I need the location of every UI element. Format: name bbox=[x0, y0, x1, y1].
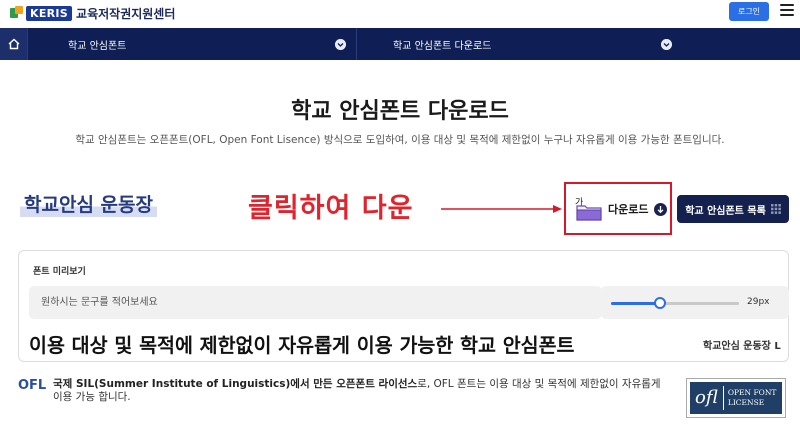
top-header: KERIS 교육저작권지원센터 로그인 bbox=[0, 0, 800, 28]
page-title: 학교 안심폰트 다운로드 bbox=[291, 99, 509, 124]
preview-font-name: 학교안심 운동장 L bbox=[703, 341, 781, 352]
font-list-label: 학교 안심폰트 목록 bbox=[685, 205, 766, 217]
license-badge-line1: OPEN FONT bbox=[727, 388, 777, 397]
font-list-button[interactable]: 학교 안심폰트 목록 bbox=[677, 195, 789, 223]
logo-badge: KERIS bbox=[26, 5, 73, 21]
grid-icon bbox=[770, 204, 781, 214]
annotation-arrow-icon bbox=[441, 205, 562, 213]
download-label: 다운로드 bbox=[608, 203, 649, 216]
font-name-title: 학교안심 운동장 bbox=[20, 190, 157, 217]
chevron-down-icon bbox=[661, 39, 672, 50]
preview-text-input[interactable] bbox=[29, 286, 602, 319]
home-icon bbox=[8, 38, 19, 50]
logo-mark-icon bbox=[10, 6, 24, 20]
main-navbar: 학교 안심폰트 학교 안심폰트 다운로드 bbox=[0, 28, 800, 60]
nav-dropdown-font[interactable]: 학교 안심폰트 bbox=[68, 28, 126, 60]
license-description: 국제 SIL(Summer Institute of Linguistics)에… bbox=[53, 378, 663, 404]
logo-text: 교육저작권지원센터 bbox=[76, 6, 176, 21]
chevron-down-icon bbox=[335, 39, 346, 50]
slider-fill bbox=[611, 302, 661, 305]
nav-chevron-2[interactable] bbox=[661, 28, 673, 60]
folder-icon: 가 bbox=[575, 197, 602, 221]
download-arrow-icon bbox=[654, 202, 668, 216]
nav-item-label: 학교 안심폰트 다운로드 bbox=[393, 40, 492, 52]
font-size-slider-box: 29px bbox=[601, 286, 789, 319]
nav-item-label: 학교 안심폰트 bbox=[68, 40, 127, 52]
license-badge-line2: LICENSE bbox=[727, 398, 765, 407]
ofl-logo: OFL bbox=[18, 378, 47, 393]
font-preview-panel: 폰트 미리보기 29px 이용 대상 및 목적에 제한없이 자유롭게 이용 가능… bbox=[18, 250, 789, 362]
preview-label: 폰트 미리보기 bbox=[33, 267, 86, 277]
license-desc-bold: 국제 SIL(Summer Institute of Linguistics)에… bbox=[53, 378, 418, 390]
hamburger-menu-icon[interactable] bbox=[780, 4, 794, 18]
login-button[interactable]: 로그인 bbox=[729, 2, 769, 21]
nav-divider bbox=[356, 28, 357, 60]
nav-chevron-1[interactable] bbox=[335, 28, 347, 60]
nav-dropdown-download[interactable]: 학교 안심폰트 다운로드 bbox=[393, 28, 491, 60]
license-badge-ofl: ofl bbox=[690, 386, 724, 410]
slider-thumb[interactable] bbox=[654, 297, 667, 309]
font-size-value: 29px bbox=[747, 297, 770, 307]
annotation-text: 클릭하여 다운 bbox=[248, 193, 414, 224]
download-button[interactable]: 가 다운로드 bbox=[574, 196, 668, 222]
open-font-license-badge: ofl OPEN FONT LICENSE bbox=[686, 378, 786, 418]
download-highlight-box: 가 다운로드 bbox=[564, 182, 672, 235]
keris-logo[interactable]: KERIS 교육저작권지원센터 bbox=[10, 4, 175, 22]
font-size-slider[interactable] bbox=[611, 297, 739, 309]
page-subtitle: 학교 안심폰트는 오픈폰트(OFL, Open Font Lisence) 방식… bbox=[75, 134, 725, 146]
preview-sample-text: 이용 대상 및 목적에 제한없이 자유롭게 이용 가능한 학교 안심폰트 bbox=[29, 334, 575, 357]
home-button[interactable] bbox=[0, 28, 28, 60]
